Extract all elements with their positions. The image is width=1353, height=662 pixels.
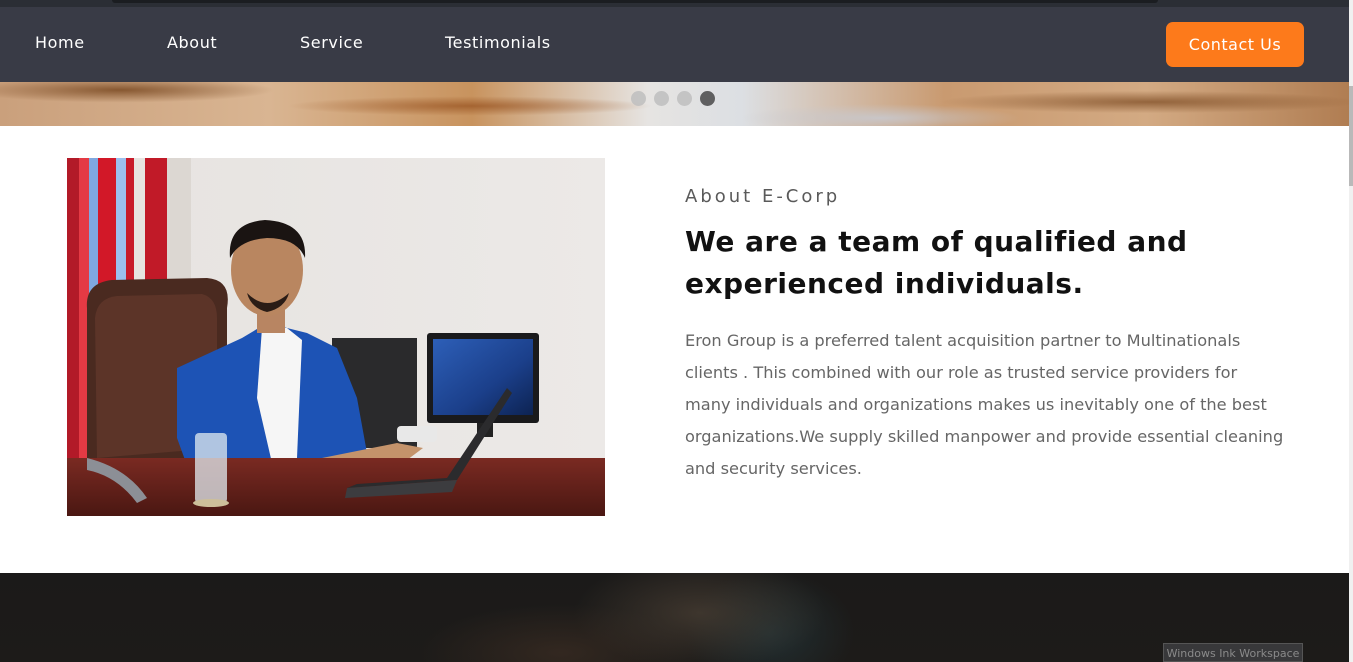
about-section: About E-Corp We are a team of qualified … xyxy=(685,186,1285,485)
dark-background-section: Windows Ink Workspace xyxy=(0,573,1349,662)
slider-dot-4-active[interactable] xyxy=(700,91,715,106)
hero-slider xyxy=(0,82,1349,126)
navbar: Home About Service Testimonials Contact … xyxy=(0,7,1349,82)
office-man-portrait-image xyxy=(67,158,605,516)
nav-link-home[interactable]: Home xyxy=(35,33,85,52)
nav-link-testimonials[interactable]: Testimonials xyxy=(445,33,551,52)
windows-ink-workspace-label[interactable]: Windows Ink Workspace xyxy=(1163,643,1303,662)
about-description: Eron Group is a preferred talent acquisi… xyxy=(685,331,1284,478)
nav-link-about[interactable]: About xyxy=(167,33,217,52)
contact-us-button[interactable]: Contact Us xyxy=(1166,22,1304,67)
nav-link-service[interactable]: Service xyxy=(300,33,363,52)
about-eyebrow: About E-Corp xyxy=(685,186,841,207)
browser-top-strip xyxy=(0,0,1353,7)
page-scrollbar[interactable] xyxy=(1349,0,1353,662)
portrait-illustration xyxy=(67,158,605,516)
about-headline: We are a team of qualified and experienc… xyxy=(685,221,1285,305)
slider-dot-1[interactable] xyxy=(631,91,646,106)
about-headline-line1: We are a team of qualified and xyxy=(685,225,1188,258)
slider-dot-2[interactable] xyxy=(654,91,669,106)
slider-dot-3[interactable] xyxy=(677,91,692,106)
browser-tab-bar xyxy=(112,0,1158,3)
about-headline-line2: experienced individuals. xyxy=(685,267,1084,300)
slider-dots xyxy=(631,91,715,106)
scrollbar-thumb[interactable] xyxy=(1349,86,1353,186)
